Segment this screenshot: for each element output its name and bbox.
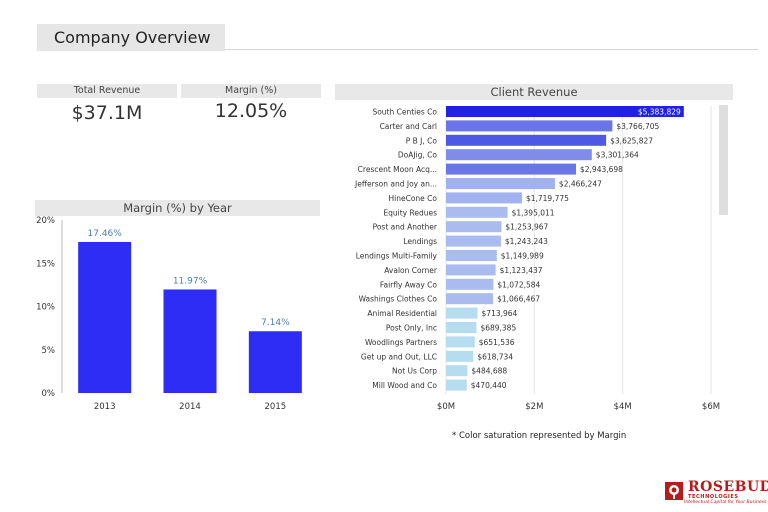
category-label: DoAJig, Co bbox=[398, 151, 438, 160]
data-label: $618,734 bbox=[477, 352, 513, 361]
y-tick-label: 10% bbox=[36, 303, 55, 313]
data-label: $1,072,584 bbox=[497, 280, 540, 289]
data-label: $1,395,011 bbox=[512, 208, 555, 217]
category-label: Get up and Out, LLC bbox=[361, 352, 437, 361]
category-label: Animal Residential bbox=[367, 309, 437, 318]
data-label: $2,943,698 bbox=[580, 165, 623, 174]
bar bbox=[446, 322, 477, 333]
bar bbox=[78, 241, 132, 393]
data-label: $3,766,705 bbox=[616, 122, 659, 131]
data-label: $651,536 bbox=[479, 338, 515, 347]
kpi-card-total-revenue[interactable]: Total Revenue $37.1M bbox=[37, 84, 177, 124]
bar bbox=[446, 221, 502, 233]
category-label: Not Us Corp bbox=[392, 367, 437, 376]
bar bbox=[446, 235, 501, 247]
rose-logo-icon bbox=[665, 482, 683, 500]
bar bbox=[446, 293, 494, 305]
bar bbox=[446, 278, 494, 290]
bar bbox=[446, 250, 497, 261]
data-label: $3,625,827 bbox=[610, 136, 653, 145]
logo-name: ROSEBUD bbox=[688, 479, 768, 495]
chart-title: Client Revenue bbox=[335, 84, 733, 100]
y-tick-label: 5% bbox=[42, 346, 56, 356]
category-label: Post Only, Inc bbox=[386, 324, 437, 333]
data-label: $1,149,989 bbox=[501, 252, 544, 261]
scrollbar-thumb[interactable] bbox=[719, 105, 728, 215]
category-label: Crescent Moon Acq... bbox=[358, 165, 437, 174]
kpi-value: $37.1M bbox=[71, 102, 143, 124]
bar bbox=[446, 307, 478, 319]
x-tick-label: 2014 bbox=[179, 402, 201, 412]
x-tick-label: 2015 bbox=[265, 402, 287, 412]
x-tick-label: $4M bbox=[614, 402, 632, 412]
category-label: South Centies Co bbox=[372, 108, 437, 117]
data-label: $1,123,437 bbox=[500, 266, 543, 275]
data-label: $1,719,775 bbox=[526, 194, 569, 203]
x-tick-label: $6M bbox=[702, 402, 720, 412]
category-label: Post and Another bbox=[373, 223, 438, 232]
data-label: $689,385 bbox=[480, 324, 516, 333]
company-logo: ROSEBUD TECHNOLOGIES Intellectual Capita… bbox=[664, 479, 768, 507]
category-label: HineCone Co bbox=[389, 194, 438, 203]
bar bbox=[446, 365, 468, 377]
client-revenue-plot: $0M $2M $4M $6M South Centies Co $5,383,829 Ca… bbox=[354, 106, 720, 412]
kpi-value: 12.05% bbox=[214, 100, 288, 122]
bar bbox=[446, 178, 555, 189]
bar bbox=[446, 350, 474, 362]
bar bbox=[446, 206, 508, 218]
x-tick-label: 2013 bbox=[94, 402, 116, 412]
color-footnote: * Color saturation represented by Margin bbox=[452, 431, 627, 441]
bar bbox=[248, 331, 302, 393]
bar bbox=[446, 149, 592, 161]
bar bbox=[446, 163, 577, 175]
data-label: $1,253,967 bbox=[505, 223, 548, 232]
kpi-label: Total Revenue bbox=[37, 84, 177, 98]
kpi-card-margin[interactable]: Margin (%) 12.05% bbox=[181, 84, 321, 122]
bar bbox=[446, 264, 496, 276]
category-label: Equity Redues bbox=[383, 208, 437, 217]
data-label: $2,466,247 bbox=[559, 180, 602, 189]
y-tick-label: 0% bbox=[42, 389, 56, 399]
data-label: 17.46% bbox=[88, 229, 123, 239]
data-label: $470,440 bbox=[471, 381, 507, 390]
bar bbox=[163, 289, 217, 393]
category-label: Washings Clothes Co bbox=[359, 295, 438, 304]
category-label: P B J, Co bbox=[406, 136, 438, 145]
margin-by-year-plot: 0% 5% 10% 15% 20% 17.46% 2013 11.97% 2014 7.14% 20… bbox=[36, 216, 302, 412]
x-tick-label: $0M bbox=[437, 402, 455, 412]
category-label: Carter and Carl bbox=[380, 122, 437, 131]
category-label: Avalon Corner bbox=[384, 266, 438, 275]
bar bbox=[446, 336, 475, 348]
category-label: Lendings bbox=[403, 237, 437, 246]
bar bbox=[446, 120, 613, 132]
data-label: $5,383,829 bbox=[638, 108, 681, 117]
client-revenue-chart[interactable]: Client Revenue bbox=[335, 84, 733, 100]
logo-tagline: Intellectual Capital for Your Business bbox=[684, 500, 767, 505]
data-label: 7.14% bbox=[261, 318, 290, 328]
x-tick-label: $2M bbox=[525, 402, 543, 412]
kpi-label: Margin (%) bbox=[181, 84, 321, 98]
bar bbox=[446, 379, 467, 391]
data-label: $3,301,364 bbox=[596, 151, 639, 160]
data-label: $713,964 bbox=[482, 309, 518, 318]
data-label: $484,688 bbox=[471, 367, 507, 376]
title-divider bbox=[225, 49, 758, 50]
data-label: $1,243,243 bbox=[505, 237, 548, 246]
category-label: Lendings Multi-Family bbox=[356, 252, 438, 261]
category-label: Mill Wood and Co bbox=[372, 381, 437, 390]
category-label: Jefferson and Joy an... bbox=[354, 180, 437, 189]
data-label: 11.97% bbox=[173, 276, 208, 286]
data-label: $1,066,467 bbox=[497, 295, 540, 304]
y-tick-label: 20% bbox=[36, 216, 55, 226]
y-tick-label: 15% bbox=[36, 259, 55, 269]
category-label: Woodlings Partners bbox=[365, 338, 437, 347]
bar bbox=[446, 134, 607, 146]
bar bbox=[446, 192, 522, 204]
page-title: Company Overview bbox=[37, 24, 225, 51]
category-label: Fairfly Away Co bbox=[380, 280, 438, 289]
